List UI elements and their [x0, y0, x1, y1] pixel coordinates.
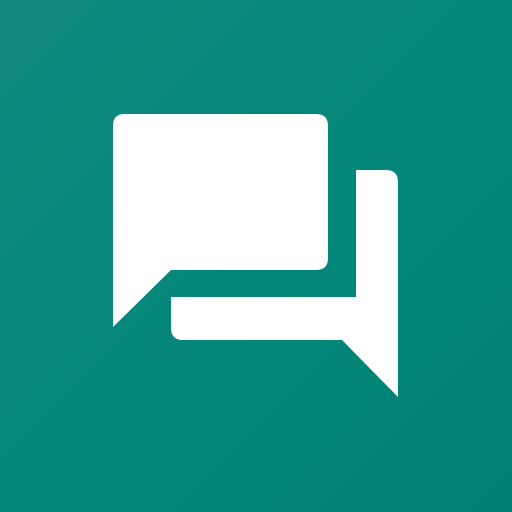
front-chat-bubble [113, 114, 328, 327]
chat-bubbles-icon [113, 114, 398, 397]
app-icon[interactable] [0, 0, 512, 512]
